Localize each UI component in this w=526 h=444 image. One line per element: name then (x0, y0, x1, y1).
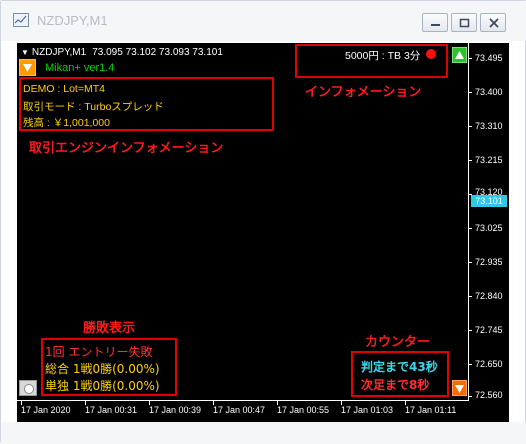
time-label: 17 Jan 01:03 (341, 405, 394, 415)
price-tick (468, 92, 472, 93)
price-tick (468, 228, 472, 229)
judgement-countdown: 判定まで43秒 (361, 360, 438, 374)
price-tick (468, 330, 472, 331)
symbol-header: ▼ NZDJPY,M1 73.095 73.102 73.093 73.101 (21, 47, 223, 58)
price-label: 73.400 (475, 87, 503, 97)
single-stats: 単独 1戦0勝(0.00%) (45, 379, 160, 393)
window-bottom-frame (1, 422, 526, 444)
time-label: 17 Jan 00:39 (149, 405, 202, 415)
engine-line-3: 残高 : ￥1,001,000 (23, 117, 110, 129)
price-tick (468, 296, 472, 297)
info-text: 5000円 : TB 3分 (345, 50, 421, 62)
counter-annotation: カウンター (365, 335, 431, 350)
chart-window-icon (13, 13, 29, 27)
circle-icon (24, 384, 34, 394)
dropdown-triangle-icon: ▼ (21, 48, 29, 57)
engine-line-2: 取引モード : Turboスプレッド (23, 101, 164, 113)
price-label: 72.745 (475, 325, 503, 335)
price-tick (468, 126, 472, 127)
chart-up-button[interactable] (452, 47, 467, 63)
maximize-button[interactable] (451, 13, 477, 32)
price-label: 72.650 (475, 359, 503, 369)
price-tick (468, 160, 472, 161)
engine-annotation: 取引エンジンインフォメーション (29, 141, 224, 156)
price-label: 72.935 (475, 257, 503, 267)
status-dot-icon (426, 49, 436, 59)
current-price-marker: 73.101 (471, 195, 507, 207)
entry-status: 1回 エントリー失敗 (45, 345, 153, 359)
results-annotation: 勝敗表示 (83, 321, 136, 336)
time-label: 17 Jan 00:31 (85, 405, 138, 415)
engine-line-1: DEMO : Lot=MT4 (23, 83, 105, 95)
price-label: 73.310 (475, 121, 503, 131)
time-label: 17 Jan 00:47 (213, 405, 266, 415)
price-tick (468, 396, 472, 397)
ea-toggle-button[interactable] (19, 59, 36, 76)
chart-down-button[interactable] (452, 380, 467, 396)
time-label: 17 Jan 2020 (21, 405, 71, 415)
price-label: 73.215 (475, 155, 503, 165)
chart-mode-button[interactable] (19, 380, 37, 396)
title-bar[interactable]: NZDJPY,M1 (1, 1, 526, 41)
chart-window: NZDJPY,M1 ▼ NZDJPY,M1 73.095 73.102 73.093… (0, 0, 526, 444)
total-stats: 総合 1戦0勝(0.00%) (45, 362, 160, 376)
price-label: 72.840 (475, 291, 503, 301)
price-tick (468, 262, 472, 263)
next-bar-countdown: 次足まで8秒 (361, 378, 430, 392)
price-label: 73.495 (475, 53, 503, 63)
price-label: 72.560 (475, 390, 503, 400)
minimize-button[interactable] (422, 13, 448, 32)
ea-name: Mikan+ ver1.4 (45, 62, 115, 74)
price-label: 73.025 (475, 223, 503, 233)
price-tick (468, 364, 472, 365)
info-annotation: インフォメーション (305, 85, 422, 100)
time-label: 17 Jan 00:55 (277, 405, 330, 415)
close-button[interactable] (480, 13, 506, 32)
ohlc-values: 73.095 73.102 73.093 73.101 (92, 47, 223, 58)
price-tick (468, 58, 472, 59)
time-label: 17 Jan 01:11 (405, 405, 457, 415)
symbol-label: NZDJPY,M1 (31, 47, 87, 58)
window-title: NZDJPY,M1 (37, 13, 108, 28)
